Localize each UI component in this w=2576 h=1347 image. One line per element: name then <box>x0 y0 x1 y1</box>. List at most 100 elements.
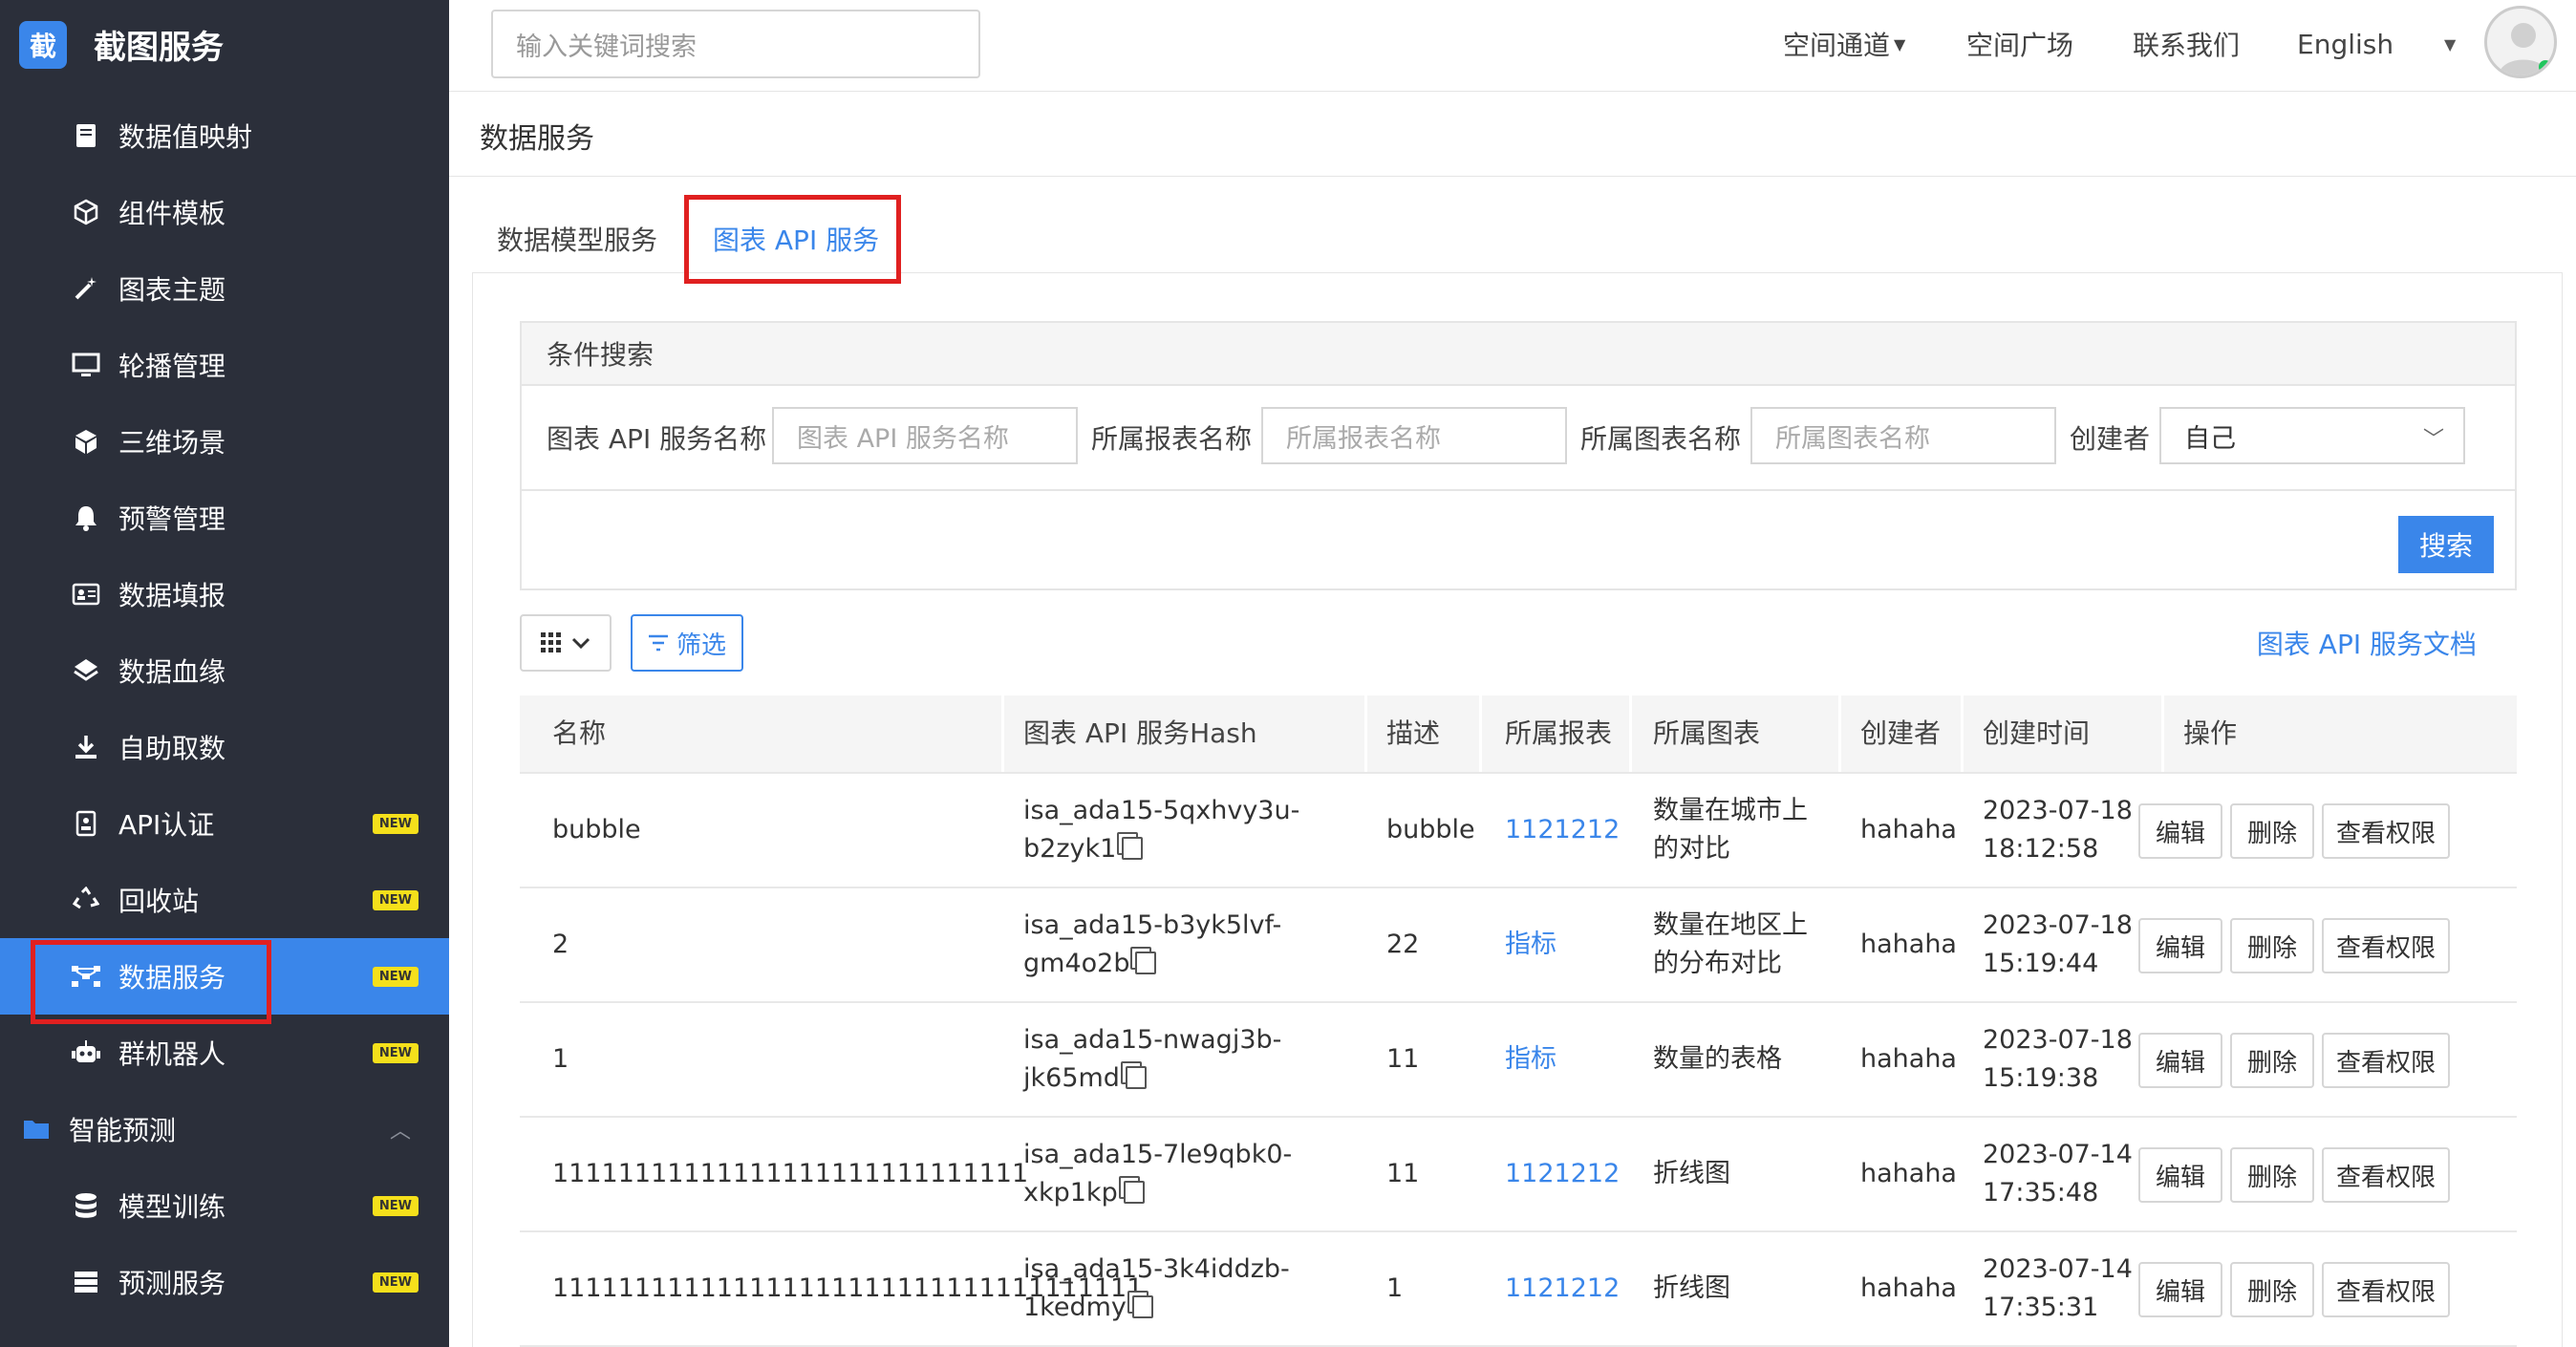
api-name-input[interactable]: 图表 API 服务名称 <box>772 407 1078 464</box>
sidebar-item-2[interactable]: 图表主题 <box>0 250 449 327</box>
table-row: 111111111111111111111111111111111111 isa_… <box>520 1232 2517 1347</box>
id-card-icon <box>67 575 105 613</box>
copy-icon[interactable] <box>1122 836 1144 860</box>
sidebar-item-12[interactable]: 群机器人 NEW <box>0 1015 449 1091</box>
brand-logo: 截 <box>19 20 67 69</box>
edit-button[interactable]: 编辑 <box>2138 1147 2222 1203</box>
edit-button[interactable]: 编辑 <box>2138 1033 2222 1088</box>
sidebar-item-label: 模型训练 <box>118 1191 226 1223</box>
nav-space-channel[interactable]: 空间通道 ▼ <box>1783 0 1905 88</box>
cell-desc: bubble <box>1386 815 1475 845</box>
sidebar-item-15[interactable]: 预测服务 NEW <box>0 1244 449 1320</box>
sidebar-item-10[interactable]: 回收站 NEW <box>0 862 449 938</box>
avatar[interactable] <box>2484 6 2557 78</box>
view-permissions-button[interactable]: 查看权限 <box>2322 1262 2450 1317</box>
view-permissions-button[interactable]: 查看权限 <box>2322 1147 2450 1203</box>
field-label-report-name: 所属报表名称 <box>1091 423 1253 455</box>
nav-language[interactable]: English <box>2297 0 2394 88</box>
cell-hash: isa_ada15-3k4iddzb- 1kedmy <box>1004 1232 1367 1345</box>
hash-line-2: 1kedmy <box>1023 1293 1127 1322</box>
delete-button[interactable]: 删除 <box>2230 1262 2314 1317</box>
sidebar-item-1[interactable]: 组件模板 <box>0 174 449 250</box>
delete-button[interactable]: 删除 <box>2230 1033 2314 1088</box>
chart-name-input[interactable]: 所属图表名称 <box>1750 407 2056 464</box>
sidebar-item-0[interactable]: 数据值映射 <box>0 97 449 174</box>
new-badge: NEW <box>372 1042 419 1063</box>
filter-button[interactable]: 筛选 <box>631 614 743 672</box>
nav-contact-us[interactable]: 联系我们 <box>2133 0 2240 88</box>
created-time: 17:35:31 <box>1983 1293 2099 1322</box>
sidebar-item-9[interactable]: API认证 NEW <box>0 785 449 862</box>
report-name-input[interactable]: 所属报表名称 <box>1261 407 1567 464</box>
grid-icon <box>541 632 561 652</box>
report-link[interactable]: 1121212 <box>1505 1270 1620 1308</box>
user-menu-caret-icon[interactable]: ▼ <box>2444 0 2456 88</box>
copy-icon[interactable] <box>1131 1294 1153 1318</box>
badge-icon <box>67 804 105 843</box>
condition-search-panel: 条件搜索 图表 API 服务名称 图表 API 服务名称 所属报表名称 所属报表… <box>520 321 2517 590</box>
sidebar-item-8[interactable]: 自助取数 <box>0 709 449 785</box>
sidebar-item-label: 预测服务 <box>118 1268 226 1299</box>
chevron-up-icon[interactable]: ︿ <box>390 1114 411 1144</box>
view-permissions-button[interactable]: 查看权限 <box>2322 918 2450 973</box>
cell-created-time: 2023-07-18 18:12:58 <box>1964 774 2164 887</box>
edit-button[interactable]: 编辑 <box>2138 803 2222 859</box>
chart-line-2: 的分布对比 <box>1653 949 1782 978</box>
report-link[interactable]: 指标 <box>1505 926 1556 964</box>
sidebar-item-14[interactable]: 模型训练 NEW <box>0 1167 449 1244</box>
creator-select[interactable]: 自己 ﹀ <box>2159 407 2465 464</box>
sidebar-item-13[interactable]: 智能预测 ︿ <box>0 1091 449 1167</box>
sidebar-item-6[interactable]: 数据填报 <box>0 556 449 632</box>
edit-button[interactable]: 编辑 <box>2138 1262 2222 1317</box>
sidebar-item-label: 数据血缘 <box>118 656 226 688</box>
sidebar-item-label: 预警管理 <box>118 503 226 535</box>
copy-icon[interactable] <box>1135 951 1157 974</box>
copy-icon[interactable] <box>1125 1065 1147 1089</box>
cell-name: 1 <box>552 1044 569 1074</box>
caret-down-icon: ▼ <box>1894 34 1906 53</box>
search-button[interactable]: 搜索 <box>2398 516 2494 573</box>
sidebar-item-5[interactable]: 预警管理 <box>0 480 449 556</box>
edit-button[interactable]: 编辑 <box>2138 918 2222 973</box>
cell-report: 1121212 <box>1482 774 1632 887</box>
nav-space-channel-label: 空间通道 <box>1783 30 1891 61</box>
new-badge: NEW <box>372 813 419 834</box>
view-permissions-button[interactable]: 查看权限 <box>2322 1033 2450 1088</box>
chart-line-1: 数量在城市上 <box>1653 796 1808 825</box>
delete-button[interactable]: 删除 <box>2230 918 2314 973</box>
col-report: 所属报表 <box>1482 695 1632 772</box>
cell-name: 111111111111111111111111111111111111 <box>552 1273 1144 1303</box>
created-date: 2023-07-18 <box>1983 910 2133 940</box>
hash-line-2: gm4o2b <box>1023 949 1130 978</box>
report-link[interactable]: 1121212 <box>1505 1155 1620 1193</box>
view-permissions-button[interactable]: 查看权限 <box>2322 803 2450 859</box>
filter-button-label: 筛选 <box>676 631 726 660</box>
table-header: 名称 图表 API 服务Hash 描述 所属报表 所属图表 创建者 创建时间 操… <box>520 695 2517 774</box>
sidebar-item-label: 三维场景 <box>118 427 226 459</box>
hash-line-2: b2zyk1 <box>1023 834 1117 864</box>
tab-data-model-service[interactable]: 数据模型服务 <box>497 220 657 258</box>
cell-name: 11111111111111111111111111111 <box>552 1159 1029 1188</box>
book-icon <box>67 117 105 155</box>
cell-creator: hahaha <box>1860 1273 1957 1303</box>
sidebar-item-3[interactable]: 轮播管理 <box>0 327 449 403</box>
report-link[interactable]: 指标 <box>1505 1040 1556 1079</box>
nav-space-plaza[interactable]: 空间广场 <box>1966 0 2073 88</box>
delete-button[interactable]: 删除 <box>2230 1147 2314 1203</box>
cell-report: 指标 <box>1482 888 1632 1001</box>
brand[interactable]: 截 截图服务 <box>0 0 449 89</box>
highlight-box-active-item <box>31 940 271 1024</box>
delete-button[interactable]: 删除 <box>2230 803 2314 859</box>
column-settings-dropdown[interactable] <box>520 614 612 672</box>
report-link[interactable]: 1121212 <box>1505 811 1620 849</box>
cell-desc: 1 <box>1386 1273 1404 1303</box>
sidebar-item-7[interactable]: 数据血缘 <box>0 632 449 709</box>
copy-icon[interactable] <box>1123 1180 1145 1204</box>
api-doc-link[interactable]: 图表 API 服务文档 <box>2257 624 2477 662</box>
cell-hash: isa_ada15-b3yk5lvf-gm4o2b <box>1004 888 1367 1001</box>
sidebar-item-label: 自助取数 <box>118 733 226 764</box>
search-input[interactable]: 输入关键词搜索 <box>491 10 980 78</box>
chevron-down-icon <box>571 637 590 650</box>
sidebar-item-4[interactable]: 三维场景 <box>0 403 449 480</box>
hash-line-2: xkp1kp <box>1023 1178 1118 1208</box>
